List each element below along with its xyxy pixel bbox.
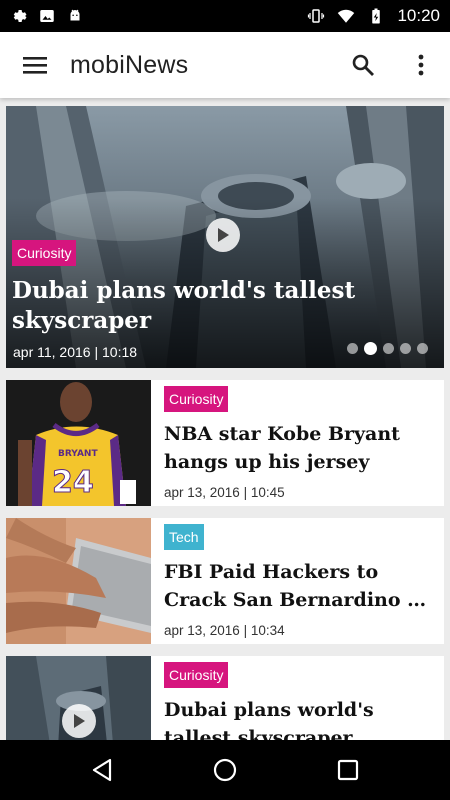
article-card[interactable]: Tech FBI Paid Hackers to Crack San Berna… [6, 518, 444, 644]
article-thumbnail: BRYANT 24 [6, 380, 151, 506]
hero-title[interactable]: Dubai plans world's tallest skyscraper [12, 276, 432, 336]
carousel-dot[interactable] [400, 343, 411, 354]
article-thumbnail [6, 518, 151, 644]
play-video-button[interactable] [206, 218, 240, 252]
hero-date: apr 11, 2016 | 10:18 [13, 344, 138, 360]
article-date: apr 13, 2016 | 10:45 [164, 485, 285, 500]
article-thumbnail [6, 656, 151, 740]
article-card[interactable]: BRYANT 24 Curiosity NBA star Kobe Bryant… [6, 380, 444, 506]
article-title[interactable]: NBA star Kobe Bryant hangs up his jersey [164, 420, 436, 476]
menu-button[interactable] [0, 32, 70, 98]
hamburger-menu-icon [23, 57, 47, 74]
home-button[interactable] [195, 740, 255, 800]
news-feed[interactable]: Curiosity Dubai plans world's tallest sk… [0, 98, 450, 740]
carousel-dot-active[interactable] [364, 342, 377, 355]
overflow-menu-button[interactable] [392, 32, 450, 98]
article-title[interactable]: Dubai plans world's tallest skyscraper [164, 696, 436, 740]
carousel-indicator[interactable] [347, 342, 428, 355]
play-video-button[interactable] [62, 704, 96, 738]
category-badge[interactable]: Curiosity [12, 240, 77, 266]
basketball-player-image: BRYANT 24 [6, 380, 151, 506]
status-time: 10:20 [397, 6, 440, 25]
carousel-dot[interactable] [383, 343, 394, 354]
app-title: mobiNews [70, 50, 189, 79]
android-icon [70, 9, 80, 21]
play-icon [74, 714, 85, 728]
vibrate-icon [308, 9, 325, 23]
more-vert-icon [418, 54, 424, 76]
hero-article[interactable]: Curiosity Dubai plans world's tallest sk… [6, 106, 444, 368]
article-card[interactable]: Curiosity Dubai plans world's tallest sk… [6, 656, 444, 740]
hands-phone-image [6, 518, 151, 644]
play-icon [218, 228, 229, 242]
recents-icon [338, 759, 359, 781]
category-badge[interactable]: Curiosity [164, 386, 229, 412]
system-nav-bar [0, 740, 450, 800]
app-bar: mobiNews [0, 32, 450, 98]
wifi-icon [338, 9, 355, 23]
settings-gear-icon [13, 10, 27, 22]
search-icon [352, 54, 374, 76]
article-title[interactable]: FBI Paid Hackers to Crack San Bernardino… [164, 558, 436, 614]
carousel-dot[interactable] [347, 343, 358, 354]
back-icon [92, 758, 111, 782]
svg-text:24: 24 [52, 465, 94, 500]
category-badge[interactable]: Curiosity [164, 662, 229, 688]
status-bar: 10:20 [0, 0, 450, 32]
category-badge[interactable]: Tech [164, 524, 204, 550]
battery-charging-icon [372, 8, 381, 24]
recents-button[interactable] [318, 740, 378, 800]
back-button[interactable] [72, 740, 132, 800]
article-date: apr 13, 2016 | 10:34 [164, 623, 285, 638]
search-button[interactable] [334, 32, 392, 98]
carousel-dot[interactable] [417, 343, 428, 354]
home-icon [213, 758, 237, 782]
svg-text:BRYANT: BRYANT [58, 449, 98, 459]
photo-icon [40, 10, 54, 22]
